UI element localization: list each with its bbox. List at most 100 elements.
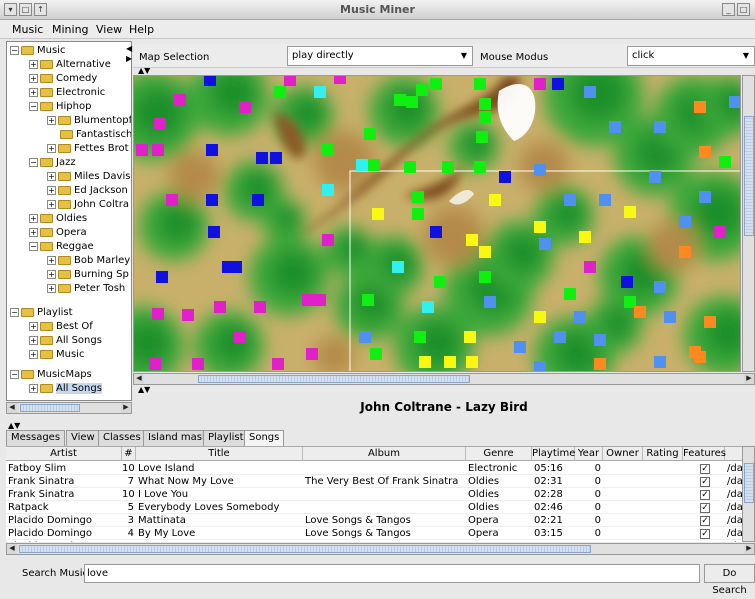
song-marker[interactable] [414, 331, 426, 343]
expand-icon[interactable]: + [29, 383, 38, 393]
cell-features[interactable]: ✓ [683, 488, 725, 501]
table-row[interactable]: Placido Domingo6BesameLove Songs & Tango… [6, 540, 742, 542]
map-hscroll-thumb[interactable] [198, 375, 470, 383]
tree-node-playlist-music[interactable]: + Music [29, 348, 84, 361]
song-marker[interactable] [422, 301, 434, 313]
song-marker[interactable] [322, 234, 334, 246]
song-marker[interactable] [270, 152, 282, 164]
tree-node-music[interactable]: − Music [10, 44, 65, 57]
col-genre[interactable]: Genre [466, 447, 532, 461]
table-row[interactable]: Fatboy Slim 10 Love Island Electronic 05:16 0… [6, 462, 742, 475]
tree-node-electronic[interactable]: + Electronic [29, 86, 105, 99]
table-vscrollbar[interactable] [742, 446, 755, 542]
tree-node-burning-spear[interactable]: + Burning Sp [47, 268, 129, 281]
song-marker[interactable] [534, 221, 546, 233]
collapse-icon[interactable]: − [10, 45, 19, 55]
col-title[interactable]: Title [136, 447, 303, 461]
song-marker[interactable] [479, 98, 491, 110]
maximize-icon[interactable]: □ [737, 3, 750, 16]
song-marker[interactable] [534, 78, 546, 90]
song-marker[interactable] [564, 194, 576, 206]
collapse-icon[interactable]: − [10, 369, 19, 379]
song-marker[interactable] [699, 146, 711, 158]
song-marker[interactable] [302, 294, 314, 306]
col-album[interactable]: Album [303, 447, 466, 461]
song-marker[interactable] [634, 306, 646, 318]
music-tree[interactable]: − Music + Alternative + Comedy + Electronic … [6, 41, 132, 401]
map-vscrollbar[interactable] [742, 75, 755, 372]
islands-map[interactable] [133, 75, 741, 372]
cell-features[interactable]: ✓ [683, 540, 725, 542]
col-owner[interactable]: Owner [603, 447, 643, 461]
song-marker[interactable] [206, 144, 218, 156]
song-marker[interactable] [704, 316, 716, 328]
song-marker[interactable] [256, 152, 268, 164]
song-marker[interactable] [412, 191, 424, 203]
tree-hscrollbar[interactable]: ◀ ▶ [6, 402, 132, 414]
song-marker[interactable] [534, 361, 546, 372]
scroll-left-icon[interactable]: ◀ [7, 544, 17, 554]
col-features[interactable]: Features [683, 447, 726, 461]
scroll-right-icon[interactable]: ▶ [744, 374, 754, 384]
expand-icon[interactable]: + [47, 255, 56, 265]
mouse-modus-dropdown[interactable]: click ▼ [627, 46, 755, 66]
song-marker[interactable] [599, 194, 611, 206]
table-row[interactable]: Placido Domingo 4 By My Love Love Songs & T… [6, 527, 742, 540]
song-marker[interactable] [430, 78, 442, 90]
splitter-bottom-icon[interactable]: ▲▼ [8, 421, 20, 430]
song-marker[interactable] [394, 94, 406, 106]
expand-icon[interactable]: + [29, 335, 38, 345]
song-marker[interactable] [479, 271, 491, 283]
tree-node-all-songs[interactable]: + All Songs [29, 334, 102, 347]
col-rating[interactable]: Rating [643, 447, 683, 461]
tree-node-comedy[interactable]: + Comedy [29, 72, 97, 85]
menu-mining[interactable]: Mining [52, 23, 89, 36]
song-marker[interactable] [499, 171, 511, 183]
song-marker[interactable] [466, 234, 478, 246]
features-checkbox[interactable]: ✓ [700, 464, 710, 474]
tree-node-playlist[interactable]: − Playlist [10, 306, 73, 319]
song-marker[interactable] [609, 121, 621, 133]
cell-features[interactable]: ✓ [683, 475, 725, 488]
col-path[interactable] [725, 447, 742, 461]
song-marker[interactable] [356, 159, 368, 171]
song-marker[interactable] [412, 208, 424, 220]
song-marker[interactable] [699, 191, 711, 203]
table-row[interactable]: Frank Sinatra 10 I Love You Oldies 02:28 0 ✓ /d… [6, 488, 742, 501]
song-marker[interactable] [372, 208, 384, 220]
tree-node-musicmaps-all-songs[interactable]: + All Songs [29, 382, 102, 395]
map-hscrollbar[interactable]: ◀ ▶ [133, 373, 755, 385]
song-marker[interactable] [654, 121, 666, 133]
song-marker[interactable] [534, 311, 546, 323]
collapse-icon[interactable]: − [29, 101, 38, 111]
features-checkbox[interactable]: ✓ [700, 529, 710, 539]
tree-node-miles-davis[interactable]: + Miles Davis [47, 170, 130, 183]
tree-node-john-coltrane[interactable]: + John Coltra [47, 198, 129, 211]
tree-node-fantastische[interactable]: Fantastische [60, 128, 131, 141]
expand-icon[interactable]: + [29, 321, 38, 331]
features-checkbox[interactable]: ✓ [700, 490, 710, 500]
scroll-right-icon[interactable]: ▶ [744, 544, 754, 554]
song-marker[interactable] [594, 358, 606, 370]
song-marker[interactable] [214, 301, 226, 313]
song-marker[interactable] [208, 226, 220, 238]
song-marker[interactable] [314, 294, 326, 306]
tree-node-jazz[interactable]: − Jazz [29, 156, 76, 169]
features-checkbox[interactable]: ✓ [700, 477, 710, 487]
song-marker[interactable] [554, 331, 566, 343]
scroll-left-icon[interactable]: ◀ [7, 403, 17, 413]
song-marker[interactable] [654, 281, 666, 293]
song-marker[interactable] [192, 358, 204, 370]
tab-view[interactable]: View [66, 430, 100, 446]
song-marker[interactable] [621, 276, 633, 288]
song-marker[interactable] [579, 231, 591, 243]
features-checkbox[interactable]: ✓ [700, 516, 710, 526]
song-marker[interactable] [574, 311, 586, 323]
expand-icon[interactable]: + [47, 171, 56, 181]
expand-icon[interactable]: + [47, 143, 56, 153]
song-marker[interactable] [489, 194, 501, 206]
song-marker[interactable] [584, 261, 596, 273]
tree-node-blumentopf[interactable]: + Blumentopf [47, 114, 131, 127]
col-year[interactable]: Year [575, 447, 603, 461]
table-row[interactable]: Frank Sinatra 7 What Now My Love The Very B… [6, 475, 742, 488]
